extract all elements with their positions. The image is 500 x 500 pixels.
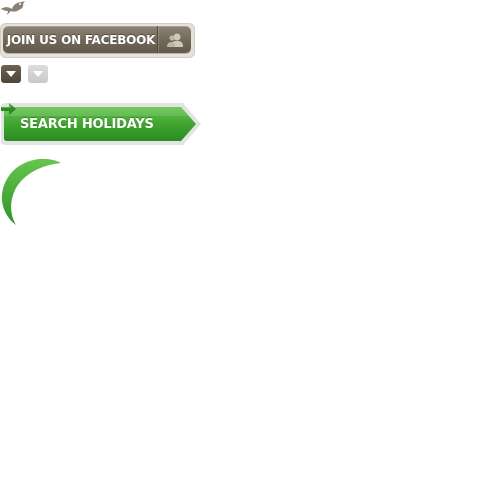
dropdown-toggle-inactive[interactable] xyxy=(28,65,48,83)
dropdown-toggle-active[interactable] xyxy=(1,65,21,83)
chevron-down-icon xyxy=(33,71,43,77)
bird-icon xyxy=(1,1,25,15)
facebook-button-frame: JOIN US ON FACEBOOK xyxy=(0,23,195,58)
crescent-spinner-icon xyxy=(1,158,61,225)
arrow-right-icon xyxy=(1,103,16,115)
search-holidays-button[interactable]: SEARCH HOLIDAYS xyxy=(0,102,202,146)
search-holidays-label: SEARCH HOLIDAYS xyxy=(20,116,154,132)
asset-sheet: JOIN US ON FACEBOOK SEARCH HOLIDAYS xyxy=(0,0,500,500)
user-silhouette-icon xyxy=(158,26,191,53)
join-facebook-button[interactable]: JOIN US ON FACEBOOK xyxy=(3,26,191,53)
chevron-down-icon xyxy=(6,71,16,77)
join-facebook-label: JOIN US ON FACEBOOK xyxy=(6,32,156,47)
